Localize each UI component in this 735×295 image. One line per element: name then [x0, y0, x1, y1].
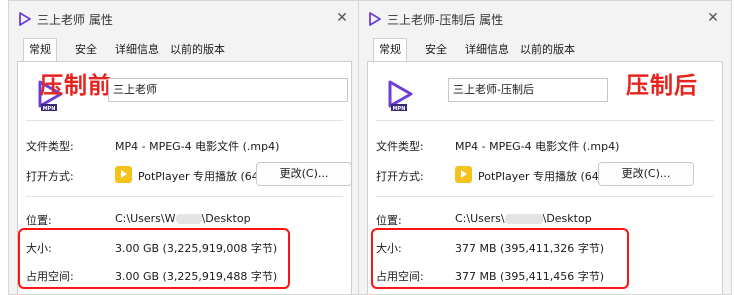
- tab-previous-versions[interactable]: 以前的版本: [520, 39, 575, 61]
- open-with-label: 打开方式:: [26, 170, 74, 183]
- location-suffix: \Desktop: [542, 212, 592, 225]
- highlight-box-before: [18, 228, 290, 289]
- tab-security[interactable]: 安全: [75, 39, 97, 61]
- tab-previous-versions[interactable]: 以前的版本: [170, 39, 225, 61]
- icon-badge-text: MPN: [43, 106, 56, 112]
- window-title: 三上老师-压制后 属性: [387, 13, 504, 27]
- open-with-label: 打开方式:: [376, 170, 424, 183]
- divider: [376, 120, 714, 121]
- close-icon[interactable]: ✕: [705, 10, 721, 26]
- tab-general[interactable]: 常规: [373, 38, 407, 61]
- file-type-value: MP4 - MPEG-4 电影文件 (.mp4): [455, 140, 620, 153]
- potplayer-icon: [115, 166, 132, 183]
- annotation-before: 压制前: [40, 73, 112, 99]
- divider: [26, 120, 343, 121]
- file-type-value: MP4 - MPEG-4 电影文件 (.mp4): [115, 140, 280, 153]
- file-type-label: 文件类型:: [26, 140, 74, 153]
- video-file-icon: MPN: [388, 80, 413, 112]
- tab-details[interactable]: 详细信息: [115, 39, 159, 61]
- title-bar: 三上老师 属性 ✕: [9, 1, 360, 35]
- file-name-input[interactable]: 三上老师: [108, 78, 348, 102]
- open-with-value: PotPlayer 专用播放 (64: [478, 170, 599, 183]
- close-icon[interactable]: ✕: [334, 10, 350, 26]
- change-button[interactable]: 更改(C)...: [256, 162, 352, 186]
- divider: [26, 196, 343, 197]
- tab-general[interactable]: 常规: [23, 38, 57, 61]
- divider: [376, 196, 714, 197]
- location-value: C:\Users\ \Desktop: [455, 212, 592, 225]
- video-file-icon: [369, 12, 381, 26]
- highlight-box-after: [371, 228, 629, 289]
- potplayer-icon: [455, 166, 472, 183]
- tab-details[interactable]: 详细信息: [465, 39, 509, 61]
- title-bar: 三上老师-压制后 属性 ✕: [359, 1, 731, 35]
- location-prefix: C:\Users\: [115, 212, 165, 225]
- location-label: 位置:: [376, 214, 402, 227]
- redacted-username: [504, 214, 543, 224]
- video-file-icon: [19, 12, 31, 26]
- tab-security[interactable]: 安全: [425, 39, 447, 61]
- window-title: 三上老师 属性: [37, 13, 113, 27]
- location-prefix: C:\Users\: [455, 212, 505, 225]
- file-name-input[interactable]: 三上老师-压制后: [448, 78, 608, 102]
- location-value: C:\Users\W \Desktop: [115, 212, 251, 225]
- annotation-after: 压制后: [626, 73, 698, 99]
- open-with-value: PotPlayer 专用播放 (64: [138, 170, 259, 183]
- icon-badge-text: MPN: [393, 106, 406, 112]
- location-label: 位置:: [26, 214, 52, 227]
- location-suffix: \Desktop: [201, 212, 251, 225]
- location-mid: W: [164, 212, 176, 225]
- change-button[interactable]: 更改(C)...: [598, 162, 694, 186]
- file-type-label: 文件类型:: [376, 140, 424, 153]
- redacted-username: [175, 214, 202, 224]
